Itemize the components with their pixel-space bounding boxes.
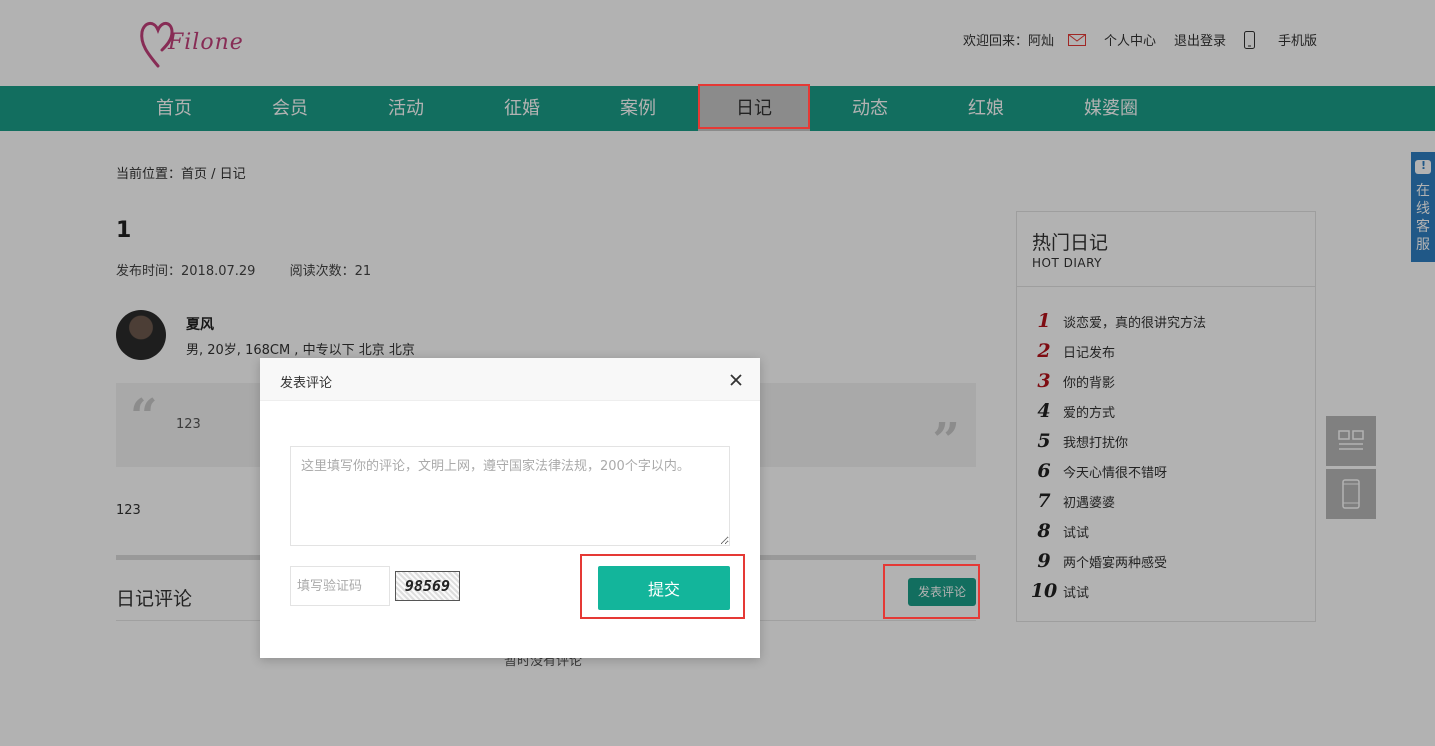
- captcha-input[interactable]: [290, 566, 390, 606]
- comment-textarea[interactable]: [290, 446, 730, 546]
- submit-button[interactable]: 提交: [598, 566, 730, 610]
- dialog-title: 发表评论: [280, 376, 333, 391]
- captcha-image[interactable]: 98569: [395, 571, 460, 601]
- close-icon[interactable]: [726, 370, 746, 390]
- comment-dialog: 发表评论 98569 提交: [260, 358, 760, 658]
- dialog-header: 发表评论: [260, 358, 760, 401]
